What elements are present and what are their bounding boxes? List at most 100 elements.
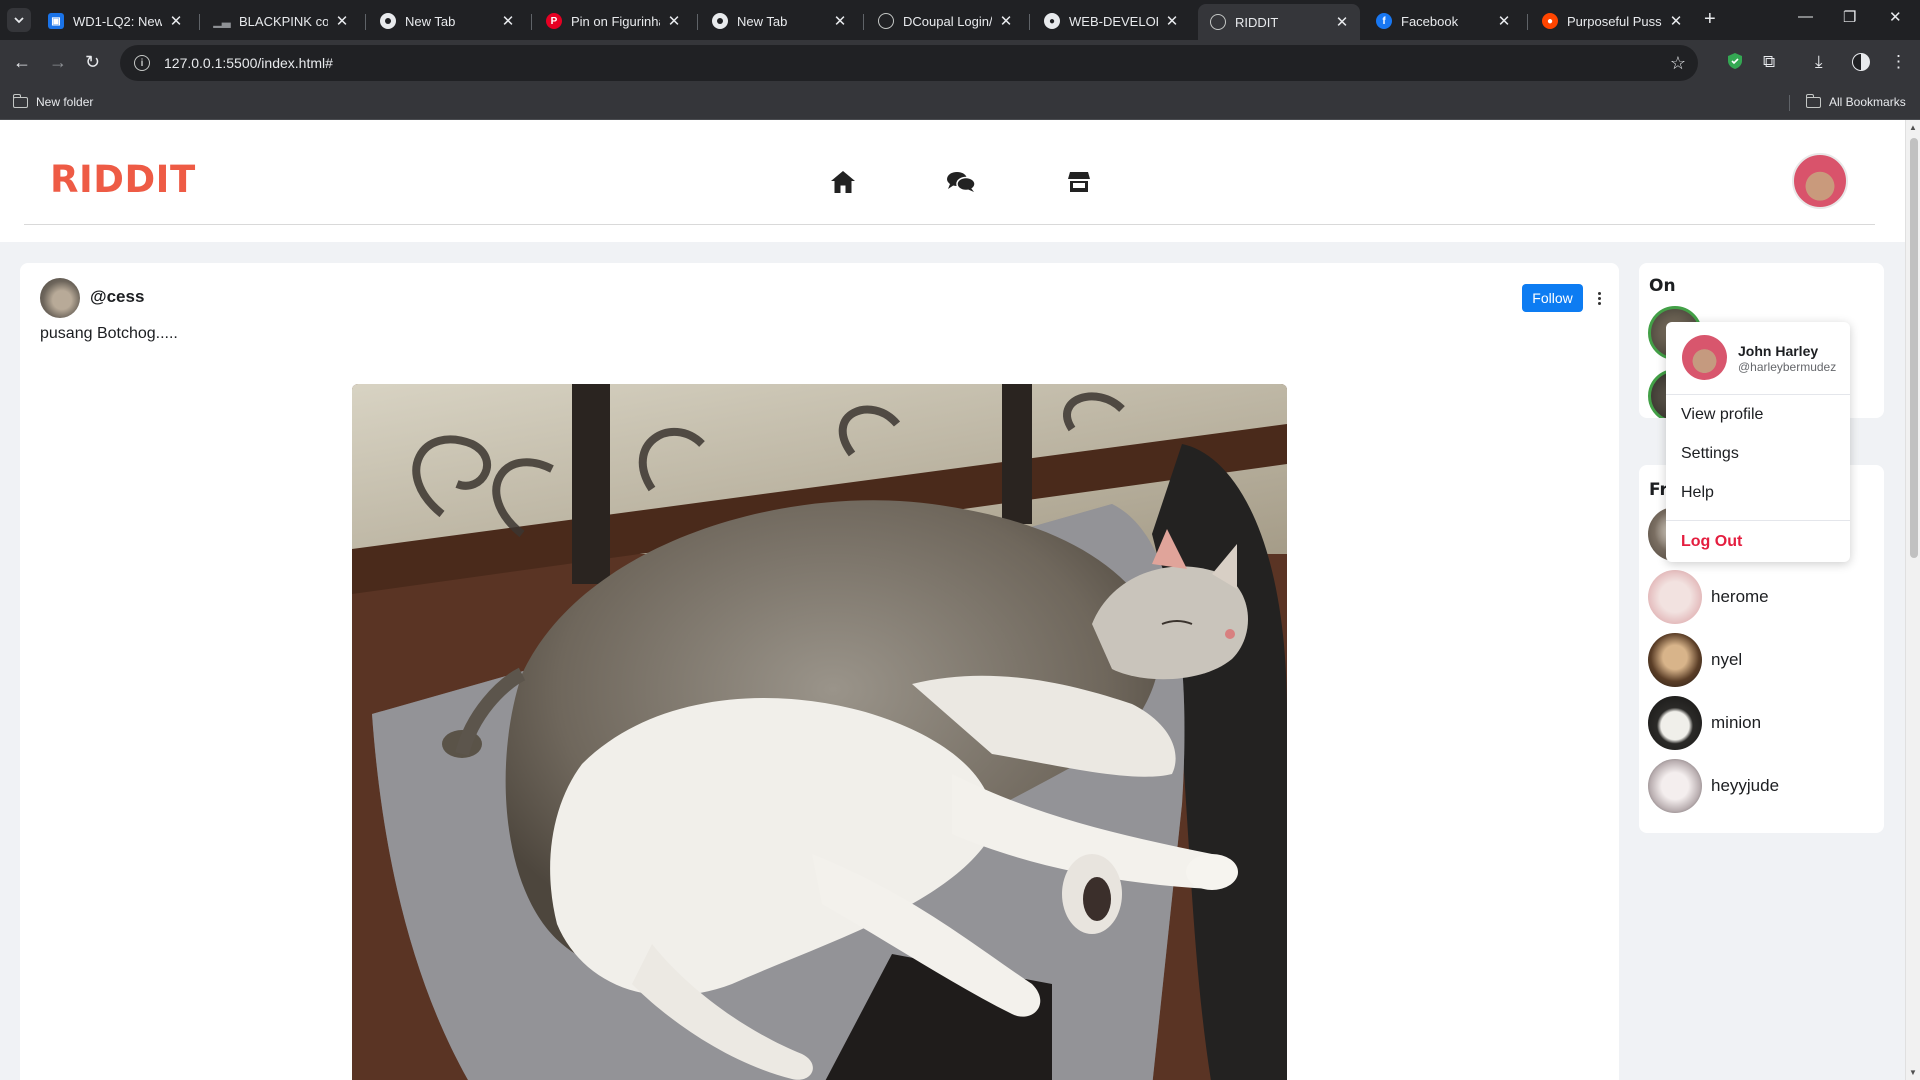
bookmarks-bar: New folder All Bookmarks: [0, 86, 1920, 120]
browser-tab[interactable]: P Pin on Figurinhas ✕: [534, 6, 692, 36]
friend-item[interactable]: nyel: [1648, 633, 1742, 687]
tab-divider: [1029, 14, 1030, 30]
follow-button[interactable]: Follow: [1522, 284, 1583, 312]
profile-avatar-button[interactable]: [1792, 153, 1848, 209]
bookmark-folder[interactable]: New folder: [12, 93, 94, 109]
tab-title: Purposeful Pusses: [1567, 13, 1662, 29]
tab-divider: [863, 14, 864, 30]
bookmark-star-icon[interactable]: ☆: [1670, 53, 1686, 74]
chevron-down-icon: [14, 17, 24, 24]
minimize-icon[interactable]: —: [1798, 8, 1813, 25]
site-info-icon[interactable]: i: [134, 55, 150, 71]
friend-name: minion: [1711, 713, 1762, 732]
log-out-menu-item[interactable]: Log Out: [1681, 533, 1742, 551]
tab-search-button[interactable]: [7, 8, 31, 32]
close-tab-icon[interactable]: ✕: [1334, 13, 1350, 31]
restore-icon[interactable]: ❐: [1843, 8, 1856, 26]
avatar: [1682, 335, 1727, 380]
close-tab-icon[interactable]: ✕: [500, 12, 516, 30]
bookmark-label: All Bookmarks: [1829, 95, 1906, 109]
chat-nav-button[interactable]: [944, 168, 978, 196]
tab-title: New Tab: [737, 13, 788, 29]
site-logo[interactable]: RIDDIT: [50, 158, 196, 201]
browser-tab[interactable]: DCoupal Login/Si ✕: [866, 6, 1024, 36]
friend-name: heyyjude: [1711, 776, 1780, 795]
settings-menu-item[interactable]: Settings: [1681, 445, 1739, 463]
extensions-puzzle-icon[interactable]: ⧉: [1763, 52, 1775, 72]
chat-icon: [947, 172, 976, 192]
close-window-icon[interactable]: ✕: [1889, 8, 1902, 26]
friend-name: herome: [1711, 587, 1769, 606]
scroll-down-icon[interactable]: ▼: [1909, 1068, 1917, 1077]
browser-tab-active[interactable]: RIDDIT ✕: [1198, 4, 1360, 40]
address-bar[interactable]: i 127.0.0.1:5500/index.html# ☆: [120, 45, 1698, 81]
friend-item[interactable]: minion: [1648, 696, 1761, 750]
store-nav-button[interactable]: [1062, 168, 1096, 196]
browser-tab[interactable]: ▁▃ BLACKPINK colors ✕: [202, 6, 360, 36]
new-tab-button[interactable]: +: [1704, 8, 1716, 31]
avatar: [1648, 696, 1702, 750]
menu-divider: [1666, 520, 1850, 521]
avatar: [1648, 633, 1702, 687]
post-options-icon[interactable]: [1594, 287, 1604, 309]
browser-tab[interactable]: New Tab ✕: [368, 6, 526, 36]
close-tab-icon[interactable]: ✕: [998, 12, 1014, 30]
friend-item[interactable]: heyyjude: [1648, 759, 1779, 813]
close-tab-icon[interactable]: ✕: [1164, 12, 1180, 30]
close-tab-icon[interactable]: ✕: [168, 12, 184, 30]
store-icon: [1068, 172, 1090, 192]
tab-title: Pin on Figurinhas: [571, 13, 660, 29]
post-caption: pusang Botchog.....: [40, 325, 178, 342]
browser-tab[interactable]: f Facebook ✕: [1364, 6, 1522, 36]
view-profile-menu-item[interactable]: View profile: [1681, 406, 1763, 424]
tab-title: New Tab: [405, 13, 456, 29]
scrollbar-thumb[interactable]: [1910, 138, 1918, 558]
browser-tab[interactable]: New Tab ✕: [700, 6, 858, 36]
reload-icon[interactable]: ↻: [85, 52, 100, 73]
bookmark-label: New folder: [36, 95, 94, 109]
profile-dropdown-menu: John Harley @harleybermudez View profile…: [1666, 322, 1850, 562]
browser-tab-strip: ▣ WD1-LQ2: News F ✕ ▁▃ BLACKPINK colors …: [0, 0, 1920, 40]
shield-extension-icon[interactable]: [1726, 52, 1744, 75]
forward-icon[interactable]: →: [49, 52, 67, 73]
back-icon[interactable]: ←: [13, 52, 31, 73]
close-tab-icon[interactable]: ✕: [1668, 12, 1684, 30]
home-nav-button[interactable]: [826, 168, 860, 196]
home-icon: [831, 171, 855, 193]
online-title: On: [1649, 276, 1676, 296]
url-text: 127.0.0.1:5500/index.html#: [164, 55, 333, 71]
browser-tab[interactable]: ● WEB-DEVELOPME ✕: [1032, 6, 1190, 36]
bookmark-divider: [1789, 95, 1790, 111]
tab-divider: [1527, 14, 1528, 30]
all-bookmarks-button[interactable]: All Bookmarks: [1805, 93, 1906, 109]
menu-divider: [1666, 394, 1850, 395]
avatar[interactable]: [40, 278, 80, 318]
profile-avatar-icon[interactable]: [1851, 52, 1871, 77]
close-tab-icon[interactable]: ✕: [1496, 12, 1512, 30]
tab-divider: [697, 14, 698, 30]
menu-kebab-icon[interactable]: ⋮: [1890, 52, 1907, 72]
chart-icon: ▁▃: [213, 15, 231, 28]
tab-divider: [365, 14, 366, 30]
avatar: [1648, 759, 1702, 813]
scroll-up-icon[interactable]: ▲: [1909, 123, 1917, 132]
avatar: [1648, 570, 1702, 624]
facebook-icon: f: [1376, 13, 1392, 29]
friend-item[interactable]: herome: [1648, 570, 1769, 624]
close-tab-icon[interactable]: ✕: [334, 12, 350, 30]
help-menu-item[interactable]: Help: [1681, 484, 1714, 502]
download-icon[interactable]: ⤓: [1815, 52, 1823, 72]
post-card: @cess Follow pusang Botchog.....: [20, 263, 1619, 1080]
browser-tab[interactable]: ▣ WD1-LQ2: News F ✕: [36, 6, 194, 36]
folder-icon: [12, 93, 28, 108]
chrome-icon: [712, 13, 728, 29]
reddit-icon: ●: [1542, 13, 1558, 29]
tab-title: RIDDIT: [1235, 14, 1279, 30]
tab-divider: [199, 14, 200, 30]
close-tab-icon[interactable]: ✕: [666, 12, 682, 30]
post-username[interactable]: @cess: [90, 287, 144, 307]
browser-tab[interactable]: ● Purposeful Pusses ✕: [1530, 6, 1694, 36]
close-tab-icon[interactable]: ✕: [832, 12, 848, 30]
pinterest-icon: P: [546, 13, 562, 29]
page-scrollbar[interactable]: ▲ ▼: [1905, 120, 1920, 1080]
